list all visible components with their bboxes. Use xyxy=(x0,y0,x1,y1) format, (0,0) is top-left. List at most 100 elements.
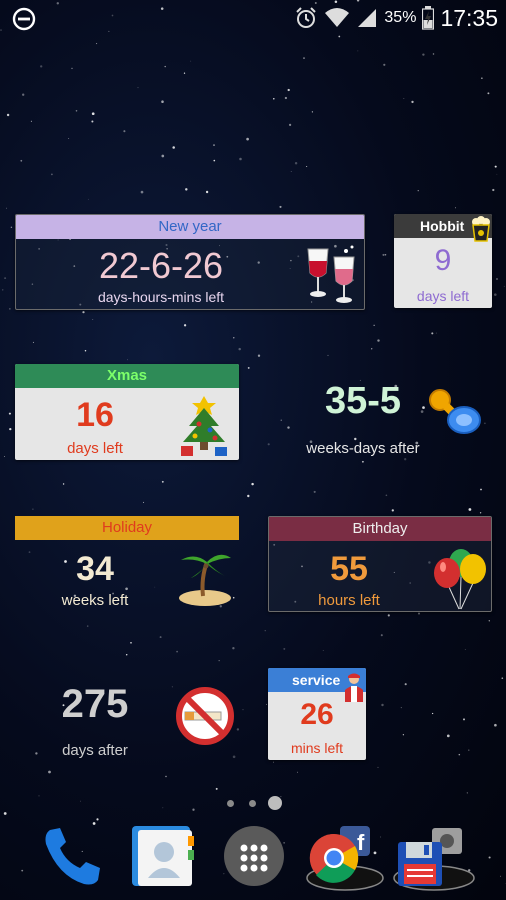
star xyxy=(422,53,425,56)
star xyxy=(233,337,235,339)
star xyxy=(279,205,282,208)
star xyxy=(75,110,78,112)
star xyxy=(446,734,450,738)
countdown-unit: days-hours-mins left xyxy=(97,289,225,305)
star xyxy=(51,173,53,176)
star xyxy=(273,97,275,100)
battery-percent: 35% xyxy=(384,9,417,26)
widget-baby[interactable]: 35-5 weeks-days after xyxy=(268,364,492,460)
star xyxy=(458,753,461,756)
star xyxy=(40,65,43,68)
countdown-value: 22-6-26 xyxy=(98,245,224,286)
star xyxy=(32,508,34,510)
star xyxy=(297,771,298,773)
star xyxy=(418,612,420,615)
star xyxy=(32,341,34,343)
star xyxy=(373,324,375,326)
star xyxy=(140,190,144,194)
star xyxy=(385,494,388,497)
countdown-value: 34 xyxy=(76,550,114,588)
star xyxy=(488,620,490,622)
star xyxy=(238,347,241,351)
star xyxy=(239,157,242,161)
star xyxy=(10,226,13,229)
star xyxy=(264,630,266,632)
no-smoking-icon xyxy=(176,687,234,745)
star xyxy=(62,483,65,485)
star xyxy=(266,703,268,705)
clock-time: 17:35 xyxy=(440,4,498,31)
star xyxy=(503,285,505,287)
widget-title: Xmas xyxy=(15,364,239,388)
star xyxy=(247,366,250,369)
palm-island-icon xyxy=(179,554,231,606)
countdown-value: 55 xyxy=(330,550,368,588)
star xyxy=(4,277,7,280)
countdown-value: 26 xyxy=(300,698,334,731)
widget-title: New year xyxy=(16,215,364,239)
minus-circle-icon[interactable] xyxy=(12,7,36,31)
page-dot xyxy=(249,800,256,807)
star xyxy=(311,111,314,113)
dock-folder-chrome[interactable]: f xyxy=(304,820,386,892)
star xyxy=(5,207,7,209)
star xyxy=(246,137,249,141)
pacifier-icon xyxy=(429,389,481,434)
star xyxy=(417,190,419,192)
star xyxy=(183,324,187,327)
star xyxy=(2,289,4,291)
chrome-icon: f xyxy=(306,826,384,891)
star xyxy=(327,354,329,356)
star xyxy=(176,650,178,653)
star xyxy=(164,65,166,68)
widget-new-year[interactable]: New year 22-6-26 days-hours-mins left xyxy=(15,214,365,310)
star xyxy=(96,43,98,45)
star xyxy=(205,190,209,194)
widget-holiday[interactable]: Holiday 34 weeks left xyxy=(15,516,239,612)
star xyxy=(172,146,175,149)
star xyxy=(404,683,407,686)
contacts-icon xyxy=(132,826,194,886)
star xyxy=(361,460,364,463)
widget-title: Holiday xyxy=(15,516,239,540)
star xyxy=(9,308,11,310)
star xyxy=(8,412,11,415)
countdown-unit: weeks-days after xyxy=(306,440,420,457)
star xyxy=(161,480,164,483)
star xyxy=(290,170,292,172)
wifi-icon xyxy=(325,8,350,27)
star xyxy=(488,856,491,859)
star xyxy=(87,198,89,200)
star xyxy=(20,159,23,162)
star xyxy=(283,647,286,650)
star xyxy=(432,53,435,55)
star xyxy=(402,734,405,736)
widget-hobbit[interactable]: Hobbit 9 days left xyxy=(394,214,492,308)
star xyxy=(287,88,290,92)
star xyxy=(480,488,482,491)
star xyxy=(303,57,305,59)
widget-smoking[interactable]: 275 days after xyxy=(15,668,239,764)
star xyxy=(411,100,414,104)
balloons-icon xyxy=(434,549,486,610)
star xyxy=(185,188,188,191)
page-dot xyxy=(227,800,234,807)
star xyxy=(273,761,274,763)
star xyxy=(454,207,456,209)
widget-birthday[interactable]: Birthday 55 hours left xyxy=(268,516,492,612)
star xyxy=(143,501,145,503)
star xyxy=(71,67,73,70)
star xyxy=(322,650,324,651)
star xyxy=(161,154,165,158)
countdown-value: 275 xyxy=(61,682,129,726)
star xyxy=(306,166,308,167)
dock-contacts[interactable] xyxy=(128,820,198,892)
dock-phone[interactable] xyxy=(36,820,106,892)
widget-service[interactable]: service 26 mins left xyxy=(268,668,366,760)
dock-folder-save[interactable] xyxy=(388,820,478,892)
star xyxy=(377,339,380,342)
dock-app-drawer[interactable] xyxy=(220,820,290,892)
star xyxy=(215,787,218,790)
battery-icon xyxy=(422,6,435,30)
widget-xmas[interactable]: Xmas 16 days left xyxy=(15,364,239,460)
